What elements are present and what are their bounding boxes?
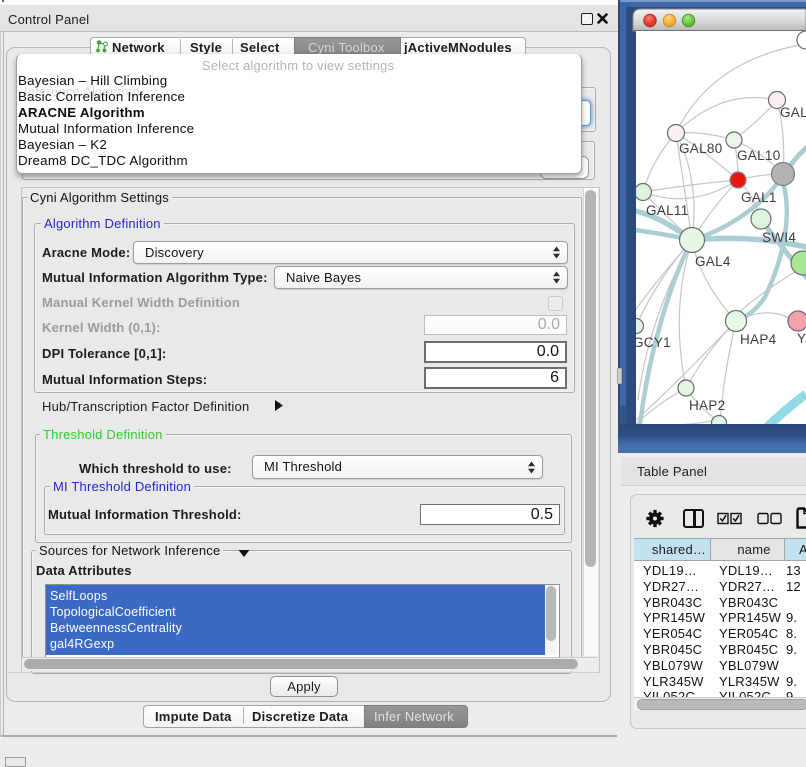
svg-text:GAL80: GAL80 xyxy=(679,141,723,156)
svg-text:Y: Y xyxy=(797,331,806,346)
svg-text:GAL10: GAL10 xyxy=(737,148,781,163)
svg-text:GCY1: GCY1 xyxy=(633,335,671,350)
svg-text:SWI4: SWI4 xyxy=(762,230,796,245)
svg-text:GAL4: GAL4 xyxy=(695,254,731,269)
svg-text:GAL11: GAL11 xyxy=(646,203,689,218)
svg-text:GAL1: GAL1 xyxy=(741,190,777,205)
svg-text:GAL: GAL xyxy=(780,105,806,120)
svg-text:HAP4: HAP4 xyxy=(740,332,777,347)
svg-text:HAP2: HAP2 xyxy=(689,398,725,413)
